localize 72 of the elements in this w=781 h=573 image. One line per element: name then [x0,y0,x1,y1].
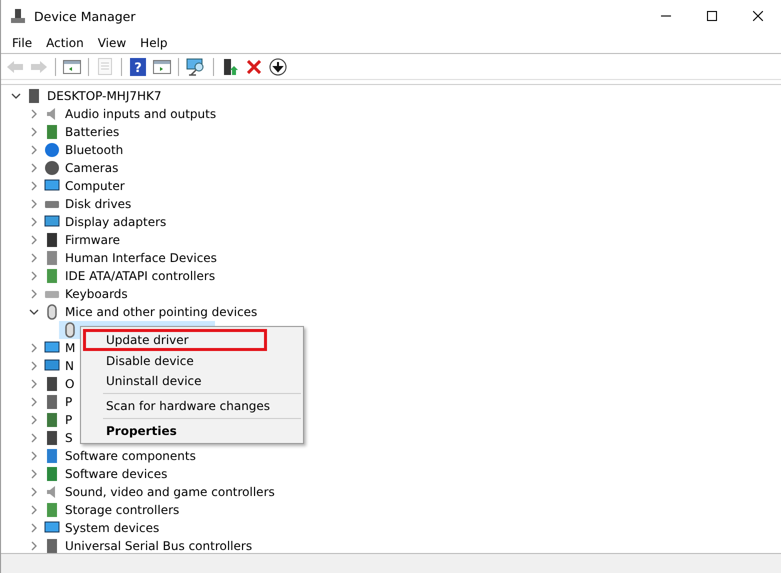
left-arrow-icon [6,60,24,74]
tree-item[interactable]: Mice and other pointing devices [41,303,260,321]
chevron-right-icon[interactable] [30,397,38,407]
tree-item[interactable]: S [41,429,76,447]
chevron-right-icon[interactable] [30,127,38,137]
menu-item[interactable]: File [5,36,40,50]
tree-item[interactable]: Bluetooth [41,141,126,159]
tree-item[interactable]: Cameras [41,159,122,177]
tree-item[interactable]: O [41,375,78,393]
tree-item[interactable]: Sound, video and game controllers [41,483,278,501]
tree-item[interactable]: Computer [41,177,128,195]
chevron-right-icon[interactable] [30,253,38,263]
chevron-right-icon[interactable] [30,163,38,173]
tree-item[interactable]: Software devices [41,465,170,483]
tree-item[interactable]: IDE ATA/ATAPI controllers [41,267,218,285]
chevron-right-icon[interactable] [30,217,38,227]
chevron-right-icon[interactable] [30,145,38,155]
chevron-right-icon[interactable] [30,415,38,425]
device-up-arrow-icon [221,58,239,76]
chevron-right-icon[interactable] [30,199,38,209]
panel-icon [63,58,81,74]
chevron-right-icon[interactable] [30,181,38,191]
tree-item[interactable]: Batteries [41,123,122,141]
chevron-right-icon[interactable] [30,433,38,443]
context-menu-item[interactable]: Properties [83,421,301,441]
close-icon [753,11,763,21]
menu-item[interactable]: Help [133,36,175,50]
tree-item[interactable]: M [41,339,78,357]
context-menu-item[interactable]: Update driver [83,329,267,351]
tree-item[interactable]: Universal Serial Bus controllers [41,537,256,553]
tree-item[interactable]: Firmware [41,231,123,249]
tree-item[interactable]: DESKTOP-MHJ7HK7 [23,87,165,105]
chevron-right-icon[interactable] [30,469,38,479]
down-arrow-circle-icon [269,58,287,76]
tree-item[interactable]: Storage controllers [41,501,182,519]
tree-item[interactable]: Display adapters [41,213,170,231]
right-arrow-icon [30,60,48,74]
chevron-right-icon[interactable] [30,109,38,119]
maximize-icon [707,11,717,21]
list-sheet-icon [97,58,113,75]
tree-item[interactable]: Human Interface Devices [41,249,220,267]
chevron-right-icon[interactable] [30,379,38,389]
tree-item[interactable]: System devices [41,519,162,537]
tree-item[interactable]: P [41,411,76,429]
tree-item[interactable]: Disk drives [41,195,134,213]
window-title: Device Manager [34,8,136,24]
chevron-right-icon[interactable] [30,235,38,245]
chevron-right-icon[interactable] [30,523,38,533]
menu-item[interactable]: View [90,36,134,50]
chevron-right-icon[interactable] [30,271,38,281]
tree-item[interactable]: Software components [41,447,199,465]
panel-icon [153,58,171,74]
chevron-right-icon[interactable] [30,487,38,497]
menu-item[interactable]: Action [39,36,91,50]
chevron-right-icon[interactable] [30,343,38,353]
chevron-right-icon[interactable] [30,505,38,515]
tree-item[interactable]: N [41,357,77,375]
chevron-down-icon[interactable] [11,92,21,100]
tree-item[interactable]: P [41,393,76,411]
context-menu-item[interactable]: Uninstall device [83,371,301,391]
chevron-right-icon[interactable] [30,289,38,299]
download-button[interactable] [267,56,289,78]
chevron-right-icon[interactable] [30,451,38,461]
monitor-magnifier-icon [186,58,206,76]
cross-icon [247,60,261,74]
chevron-down-icon[interactable] [29,308,39,316]
context-menu-item[interactable]: Scan for hardware changes [83,396,301,416]
chevron-right-icon[interactable] [30,541,38,551]
tree-item[interactable]: Keyboards [41,285,131,303]
chevron-right-icon[interactable] [30,361,38,371]
tree-item[interactable]: Audio inputs and outputs [41,105,220,123]
context-menu-item[interactable]: Disable device [83,351,301,371]
